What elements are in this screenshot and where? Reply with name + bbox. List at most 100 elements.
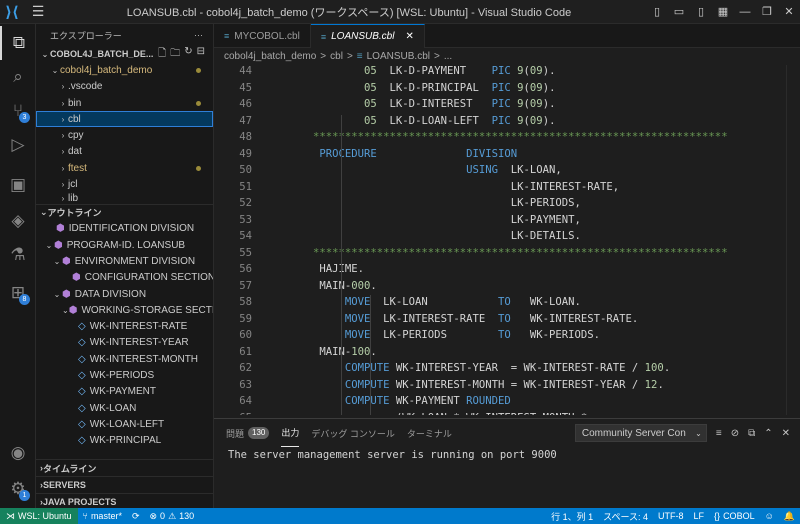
code-line[interactable]: 46 05 LK-D-INTEREST PIC 9(09). xyxy=(214,96,800,113)
code-line[interactable]: 55 **************************************… xyxy=(214,245,800,262)
breadcrumb-root[interactable]: cobol4j_batch_demo xyxy=(224,51,316,62)
breadcrumb-tail[interactable]: ... xyxy=(444,51,452,62)
java-projects-header[interactable]: › JAVA PROJECTS xyxy=(36,493,213,508)
git-branch[interactable]: ⑂ master* xyxy=(78,511,127,521)
tab-problems[interactable]: 問題 130 xyxy=(226,419,270,447)
account-icon[interactable]: ◉ xyxy=(0,436,36,470)
maximize-panel-icon[interactable]: ⌃ xyxy=(764,428,772,439)
code-line[interactable]: 52 LK-PERIODS, xyxy=(214,195,800,212)
refresh-icon[interactable]: ↻ xyxy=(184,46,192,63)
extensions-icon[interactable]: ⊞ 8 xyxy=(0,276,36,310)
outline-item[interactable]: ⌄ ⬢ DATA DIVISION xyxy=(36,286,213,302)
code-line[interactable]: 64 COMPUTE WK-PAYMENT ROUNDED xyxy=(214,393,800,410)
folder-root[interactable]: ⌄ cobol4j_batch_demo xyxy=(36,62,213,78)
cursor-position[interactable]: 行 1、列 1 xyxy=(546,510,598,523)
breadcrumb-folder[interactable]: cbl xyxy=(330,51,343,62)
code-line[interactable]: 49 PROCEDURE DIVISION xyxy=(214,146,800,163)
problems-status[interactable]: ⊗ 0 ⚠ 130 xyxy=(145,511,200,522)
code-line[interactable]: 48 **************************************… xyxy=(214,129,800,146)
outline-item[interactable]: ◇ WK-PRINCIPAL xyxy=(36,433,213,449)
timeline-header[interactable]: › タイムライン xyxy=(36,459,213,476)
code-editor[interactable]: 44 05 LK-D-PAYMENT PIC 9(09). 45 05 LK-D-… xyxy=(214,65,800,415)
outline-item[interactable]: ◇ WK-PAYMENT xyxy=(36,384,213,400)
more-actions-icon[interactable]: ··· xyxy=(194,30,203,40)
hamburger-icon[interactable]: ☰ xyxy=(24,3,52,20)
encoding[interactable]: UTF-8 xyxy=(653,511,689,521)
outline-item[interactable]: ⬢ CONFIGURATION SECTION xyxy=(36,270,213,286)
tree-item-vscode[interactable]: › .vscode xyxy=(36,79,213,95)
tree-item-ftest[interactable]: › ftest xyxy=(36,160,213,176)
outline-item[interactable]: ⬢ IDENTIFICATION DIVISION xyxy=(36,221,213,237)
tree-item-bin[interactable]: › bin xyxy=(36,95,213,111)
tab-debug-console[interactable]: デバッグ コンソール xyxy=(311,419,395,447)
new-panel-icon[interactable]: ⧉ xyxy=(748,428,755,439)
sync-icon[interactable]: ⟳ xyxy=(127,511,145,522)
outline-item[interactable]: ◇ WK-INTEREST-RATE xyxy=(36,318,213,334)
outline-item[interactable]: ◇ WK-INTEREST-YEAR xyxy=(36,335,213,351)
code-line[interactable]: 51 LK-INTEREST-RATE, xyxy=(214,179,800,196)
layout-secondary-icon[interactable]: ▯ xyxy=(690,5,712,18)
notifications-icon[interactable]: 🔔 xyxy=(779,511,800,522)
code-line[interactable]: 65 (WK-LOAN * WK-INTEREST-MONTH * xyxy=(214,410,800,415)
outline-item[interactable]: ⌄ ⬢ PROGRAM-ID. LOANSUB xyxy=(36,237,213,253)
code-line[interactable]: 53 LK-PAYMENT, xyxy=(214,212,800,229)
code-line[interactable]: 59 MOVE LK-INTEREST-RATE TO WK-INTEREST-… xyxy=(214,311,800,328)
outline-item[interactable]: ◇ WK-LOAN xyxy=(36,400,213,416)
explorer-icon[interactable]: ⧉ xyxy=(0,26,36,60)
code-line[interactable]: 57 MAIN-000. xyxy=(214,278,800,295)
docker-icon[interactable]: ◈ xyxy=(0,204,36,238)
outline-item[interactable]: ⌄ ⬢ WORKING-STORAGE SECTI... xyxy=(36,302,213,318)
code-line[interactable]: 61 MAIN-100. xyxy=(214,344,800,361)
tab-terminal[interactable]: ターミナル xyxy=(407,419,452,447)
language-mode[interactable]: {} COBOL xyxy=(709,511,760,521)
tab-mycobol[interactable]: ≡ MYCOBOL.cbl xyxy=(214,24,311,48)
new-folder-icon[interactable]: 🗀 xyxy=(170,46,180,63)
layout-sidebar-icon[interactable]: ▯ xyxy=(646,5,668,18)
tree-item-lib[interactable]: › lib xyxy=(36,193,213,204)
layout-panel-icon[interactable]: ▭ xyxy=(668,5,690,18)
run-debug-icon[interactable]: ▷ xyxy=(0,128,36,162)
minimize-icon[interactable]: — xyxy=(734,6,756,18)
code-line[interactable]: 62 COMPUTE WK-INTEREST-YEAR = WK-INTERES… xyxy=(214,360,800,377)
workspace-root[interactable]: ⌄ COBOL4J_BATCH_DE... 🗋 🗀 ↻ ⊟ xyxy=(36,46,213,62)
tab-output[interactable]: 出力 xyxy=(281,419,300,447)
remote-indicator[interactable]: ⋊ WSL: Ubuntu xyxy=(0,508,78,524)
tab-loansub[interactable]: ≡ LOANSUB.cbl ✕ xyxy=(310,24,425,48)
lock-scroll-icon[interactable]: ⊘ xyxy=(731,428,739,439)
code-line[interactable]: 45 05 LK-D-PRINCIPAL PIC 9(09). xyxy=(214,80,800,97)
code-line[interactable]: 56 HAJIME. xyxy=(214,261,800,278)
testing-icon[interactable]: ⚗ xyxy=(0,238,36,272)
code-line[interactable]: 50 USING LK-LOAN, xyxy=(214,162,800,179)
maximize-icon[interactable]: ❐ xyxy=(756,5,778,18)
tree-item-cbl[interactable]: › cbl xyxy=(36,111,213,128)
outline-item[interactable]: ◇ WK-INTEREST-MONTH xyxy=(36,351,213,367)
vscode-logo-icon[interactable]: ⟩⟨ xyxy=(0,0,24,24)
new-file-icon[interactable]: 🗋 xyxy=(158,46,166,63)
outline-item[interactable]: ◇ WK-LOAN-LEFT xyxy=(36,416,213,432)
tree-item-dat[interactable]: › dat xyxy=(36,144,213,160)
end-of-line[interactable]: LF xyxy=(689,511,710,521)
source-control-icon[interactable]: ⑂ 3 xyxy=(0,94,36,128)
settings-gear-icon[interactable]: ⚙ 1 xyxy=(0,472,36,506)
close-icon[interactable]: ✕ xyxy=(778,5,800,18)
layout-customize-icon[interactable]: ▦ xyxy=(712,5,734,18)
indentation[interactable]: スペース: 4 xyxy=(598,510,653,523)
code-line[interactable]: 47 05 LK-D-LOAN-LEFT PIC 9(09). xyxy=(214,113,800,130)
servers-header[interactable]: › SERVERS xyxy=(36,476,213,493)
filter-list-icon[interactable]: ≡ xyxy=(716,428,722,439)
tree-item-jcl[interactable]: › jcl xyxy=(36,176,213,192)
remote-explorer-icon[interactable]: ▣ xyxy=(0,168,36,202)
feedback-icon[interactable]: ☺ xyxy=(760,511,779,521)
outline-item[interactable]: ◇ WK-PERIODS xyxy=(36,367,213,383)
search-icon[interactable]: ⌕ xyxy=(0,60,36,94)
outline-item[interactable]: ⌄ ⬢ ENVIRONMENT DIVISION xyxy=(36,253,213,269)
outline-header[interactable]: ⌄ アウトライン xyxy=(36,203,213,221)
code-line[interactable]: 54 LK-DETAILS. xyxy=(214,228,800,245)
code-line[interactable]: 44 05 LK-D-PAYMENT PIC 9(09). xyxy=(214,65,800,80)
close-panel-icon[interactable]: ✕ xyxy=(782,428,790,439)
code-line[interactable]: 60 MOVE LK-PERIODS TO WK-PERIODS. xyxy=(214,327,800,344)
close-tab-icon[interactable]: ✕ xyxy=(405,31,413,42)
code-line[interactable]: 63 COMPUTE WK-INTEREST-MONTH = WK-INTERE… xyxy=(214,377,800,394)
collapse-all-icon[interactable]: ⊟ xyxy=(197,46,205,63)
tree-item-cpy[interactable]: › cpy xyxy=(36,127,213,143)
